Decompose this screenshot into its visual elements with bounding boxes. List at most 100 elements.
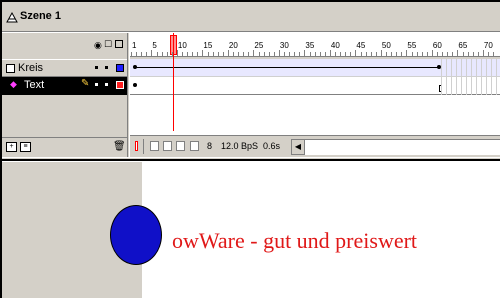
edit-multiple-frames-icon[interactable] <box>176 141 185 151</box>
add-layer-icon[interactable]: + <box>6 142 17 152</box>
ruler-number: 25 <box>254 41 264 50</box>
ruler-tick <box>289 52 291 56</box>
ruler-tick <box>192 52 194 56</box>
ruler-tick <box>299 52 301 56</box>
layer-footer: + ≡ 🗑 <box>2 137 127 157</box>
trash-icon[interactable]: 🗑 <box>113 141 126 152</box>
ruler-number: 15 <box>203 41 213 50</box>
ruler-tick <box>263 52 265 56</box>
lock-dot[interactable] <box>105 66 108 69</box>
ruler-tick <box>437 52 438 56</box>
ruler-number: 65 <box>458 41 468 50</box>
layer-row-text[interactable]: ◆ Text ✎ <box>2 77 127 95</box>
layer-name: Kreis <box>18 62 44 74</box>
circle-shape[interactable] <box>110 205 162 265</box>
add-guide-layer-icon[interactable]: ≡ <box>20 142 31 152</box>
ruler-number: 30 <box>279 41 289 50</box>
ruler-tick <box>472 52 474 56</box>
ruler-tick <box>375 52 377 56</box>
ruler-tick <box>151 50 153 56</box>
scene-bar: Szene 1 <box>2 2 500 32</box>
ruler-tick <box>136 52 138 56</box>
layer-panel: ◉ ☐ Kreis ◆ Text ✎ + ≡ 🗑 <box>2 33 127 157</box>
scene-title[interactable]: Szene 1 <box>20 10 61 22</box>
ruler-tick <box>411 52 413 56</box>
toolbar-separator <box>143 139 144 154</box>
modify-onion-markers-icon[interactable] <box>190 141 199 151</box>
timeline-panel: ◉ ☐ Kreis ◆ Text ✎ + ≡ 🗑 1 5 10 15 20 25… <box>2 33 500 157</box>
onion-skin-outline-icon[interactable] <box>163 141 172 151</box>
ruler-tick <box>166 52 168 56</box>
ruler-number: 10 <box>177 41 187 50</box>
ruler-tick <box>207 52 209 56</box>
ruler-number: 60 <box>432 41 442 50</box>
lock-icon[interactable]: ☐ <box>104 39 112 50</box>
layer-row-kreis[interactable]: Kreis <box>2 59 127 77</box>
outline-color-swatch[interactable] <box>116 81 124 89</box>
empty-frame-area <box>130 95 500 135</box>
scene-icon <box>6 11 18 23</box>
ruler-tick <box>217 52 219 56</box>
stage-canvas[interactable]: owWare - gut und preiswert <box>142 162 500 298</box>
ruler-tick <box>396 52 398 56</box>
ruler-tick <box>284 52 285 56</box>
ruler-tick <box>156 52 158 56</box>
ruler-tick <box>294 52 296 56</box>
frame-toolbar: 8 12.0 BpS 0.6s ◀ <box>130 135 500 157</box>
empty-frames-grid[interactable] <box>441 59 500 95</box>
ruler-tick <box>365 52 367 56</box>
stage-area: owWare - gut und preiswert <box>2 162 500 298</box>
timeline-stage-splitter[interactable] <box>2 157 500 161</box>
keyframe-start[interactable] <box>133 83 137 87</box>
outline-color-swatch[interactable] <box>116 64 124 72</box>
ruler-tick <box>212 52 214 56</box>
ruler-tick <box>386 52 387 56</box>
ruler-number: 20 <box>228 41 238 50</box>
stage-text[interactable]: owWare - gut und preiswert <box>172 228 417 254</box>
ruler-number: 70 <box>483 41 493 50</box>
tween-arrow <box>136 67 438 68</box>
outline-icon[interactable] <box>115 40 123 48</box>
ruler-tick <box>258 52 260 56</box>
ruler-tick <box>131 52 132 56</box>
ruler-tick <box>401 52 403 56</box>
ruler-tick <box>477 52 479 56</box>
ruler-tick <box>380 50 382 56</box>
ruler-tick <box>467 52 469 56</box>
ruler-tick <box>141 52 143 56</box>
ruler-tick <box>482 50 484 56</box>
ruler-tick <box>406 50 408 56</box>
ruler-tick <box>238 52 240 56</box>
visibility-dot[interactable] <box>95 83 98 86</box>
ruler-tick <box>360 52 362 56</box>
ruler-tick <box>391 52 393 56</box>
ruler-tick <box>243 52 245 56</box>
ruler-number: 50 <box>381 41 391 50</box>
ruler-number: 5 <box>152 41 157 50</box>
ruler-tick <box>426 52 428 56</box>
ruler-number: 1 <box>132 41 137 50</box>
ruler-tick <box>278 50 280 56</box>
ruler-tick <box>146 52 148 56</box>
lock-dot[interactable] <box>105 83 108 86</box>
ruler-tick <box>462 52 464 56</box>
horizontal-scrollbar[interactable] <box>305 139 500 155</box>
center-frame-icon[interactable] <box>135 141 138 151</box>
ruler-tick <box>248 52 250 56</box>
elapsed-time-value: 0.6s <box>263 141 281 151</box>
ruler-tick <box>182 52 183 56</box>
ruler-number: 45 <box>356 41 366 50</box>
ruler-tick <box>350 52 352 56</box>
scroll-left-button[interactable]: ◀ <box>291 139 305 155</box>
ruler-tick <box>488 52 489 56</box>
ruler-tick <box>314 52 316 56</box>
ruler-tick <box>319 52 321 56</box>
ruler-tick <box>309 52 311 56</box>
ruler-tick <box>340 52 342 56</box>
ruler-tick <box>227 50 229 56</box>
ruler-tick <box>161 52 163 56</box>
onion-skin-icon[interactable] <box>150 141 159 151</box>
visibility-dot[interactable] <box>95 66 98 69</box>
eye-icon[interactable]: ◉ <box>94 40 102 51</box>
frame-ruler[interactable]: 1 5 10 15 20 25 30 35 40 45 50 55 60 65 70 <box>130 33 500 57</box>
